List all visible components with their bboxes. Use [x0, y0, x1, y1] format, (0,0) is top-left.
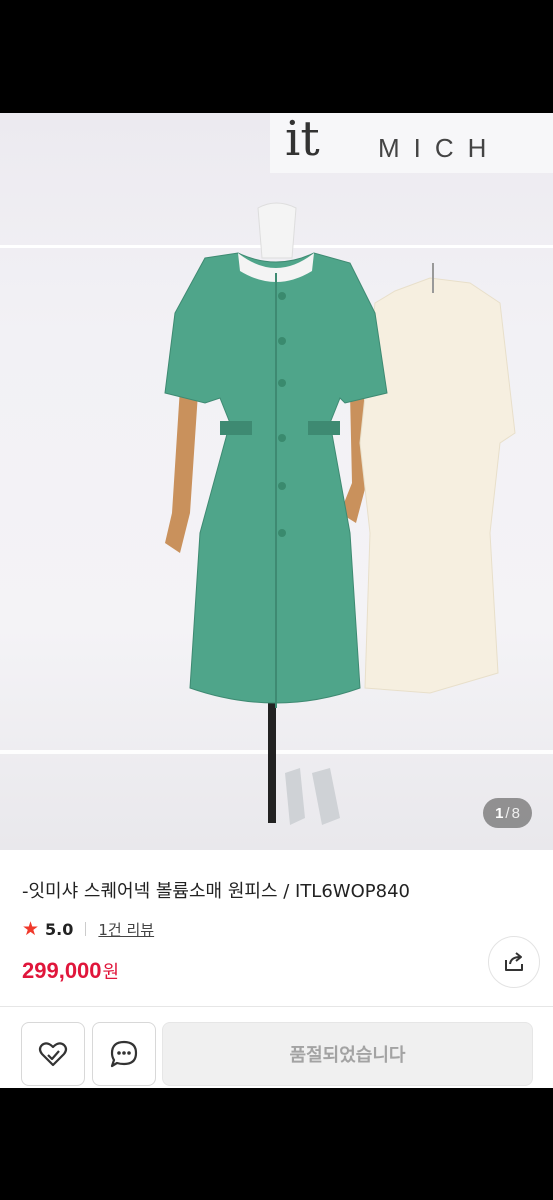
product-info: -잇미샤 스퀘어넥 볼륨소매 원피스 / ITL6WOP840 ★ 5.0 1건… — [0, 850, 553, 1006]
review-link[interactable]: 1건 리뷰 — [98, 919, 154, 940]
sold-out-button[interactable]: 품절되었습니다 — [162, 1022, 533, 1086]
heart-icon — [38, 1042, 68, 1067]
bottom-action-bar: 품절되었습니다 — [0, 1006, 553, 1088]
price-value: 299,000 — [22, 958, 102, 983]
rating-value: 5.0 — [45, 919, 74, 939]
product-image[interactable]: it MICH — [0, 113, 553, 850]
chat-button[interactable] — [92, 1022, 156, 1086]
currency-label: 원 — [102, 962, 120, 983]
total-pages: 8 — [511, 804, 520, 822]
store-sign-logo: it — [285, 113, 320, 167]
share-icon — [505, 952, 523, 971]
chat-bubble-icon — [110, 1040, 138, 1068]
rating-row: ★ 5.0 1건 리뷰 — [22, 918, 154, 940]
product-photo-illustration: it MICH — [0, 113, 553, 825]
screen: it MICH 1 / 8 -잇미샤 스퀘어넥 볼륨소매 원피스 / ITL6W… — [0, 0, 553, 1200]
image-page-indicator: 1 / 8 — [483, 798, 532, 828]
store-sign-text: MICH — [378, 133, 500, 163]
share-button[interactable] — [488, 936, 540, 988]
star-icon: ★ — [22, 917, 40, 940]
price-row: 299,000 원 — [22, 958, 119, 984]
product-title: -잇미샤 스퀘어넥 볼륨소매 원피스 / ITL6WOP840 — [22, 881, 410, 902]
current-page: 1 — [495, 804, 504, 822]
page-separator: / — [505, 804, 510, 822]
divider — [85, 922, 87, 936]
favorite-button[interactable] — [21, 1022, 85, 1086]
